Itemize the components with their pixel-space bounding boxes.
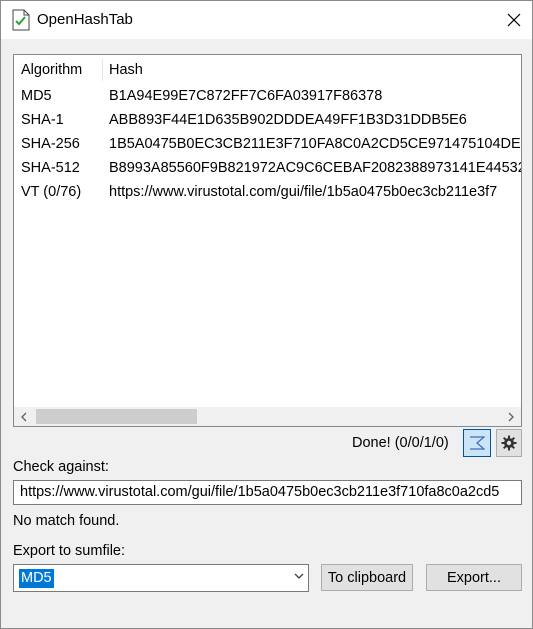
row-algorithm: MD5 — [21, 88, 52, 104]
title-bar[interactable]: OpenHashTab — [1, 1, 532, 39]
settings-button[interactable] — [496, 429, 522, 457]
list-header: Algorithm Hash — [14, 55, 521, 85]
row-algorithm: VT (0/76) — [21, 184, 82, 200]
table-row[interactable]: MD5 B1A94E99E7C872FF7C6FA03917F86378 — [14, 85, 521, 109]
export-button[interactable]: Export... — [426, 564, 522, 591]
row-hash: https://www.virustotal.com/gui/file/1b5a… — [109, 184, 498, 200]
table-row[interactable]: VT (0/76) https://www.virustotal.com/gui… — [14, 181, 521, 205]
row-algorithm: SHA-256 — [21, 136, 80, 152]
gear-icon — [501, 435, 517, 451]
to-clipboard-button[interactable]: To clipboard — [321, 564, 413, 591]
hash-list[interactable]: Algorithm Hash MD5 B1A94E99E7C872FF7C6FA… — [13, 54, 522, 427]
table-row[interactable]: SHA-1 ABB893F44E1D635B902DDDEA49FF1B3D31… — [14, 109, 521, 133]
openhashtab-window: OpenHashTab Algorithm Hash MD5 B1A94E99E… — [0, 0, 533, 629]
column-header-hash[interactable]: Hash — [109, 62, 143, 78]
algorithm-select-value: MD5 — [19, 569, 54, 588]
column-header-algorithm[interactable]: Algorithm — [21, 62, 82, 78]
row-hash: 1B5A0475B0EC3CB211E3F710FA8C0A2CD5CE9714… — [109, 136, 521, 152]
export-label: Export to sumfile: — [13, 543, 126, 559]
sumfile-button[interactable] — [463, 429, 491, 457]
scroll-left-button[interactable] — [14, 407, 34, 426]
check-against-input[interactable]: https://www.virustotal.com/gui/file/1b5a… — [13, 480, 522, 505]
row-algorithm: SHA-512 — [21, 160, 80, 176]
row-hash: B1A94E99E7C872FF7C6FA03917F86378 — [109, 88, 383, 104]
column-divider[interactable] — [102, 59, 103, 81]
document-check-icon — [12, 9, 30, 31]
chevron-down-icon — [294, 573, 304, 579]
status-text: Done! (0/0/1/0) — [352, 435, 449, 451]
algorithm-select[interactable]: MD5 — [13, 564, 309, 592]
close-button[interactable] — [496, 1, 532, 39]
row-hash: B8993A85560F9B821972AC9C6CEBAF2082388973… — [109, 160, 521, 176]
row-algorithm: SHA-1 — [21, 112, 64, 128]
row-hash: ABB893F44E1D635B902DDDEA49FF1B3D31DDB5E6 — [109, 112, 467, 128]
scroll-thumb[interactable] — [36, 409, 197, 424]
match-result-text: No match found. — [13, 513, 120, 529]
window-title: OpenHashTab — [37, 11, 133, 28]
check-against-label: Check against: — [13, 459, 109, 475]
close-icon — [507, 13, 521, 27]
table-row[interactable]: SHA-256 1B5A0475B0EC3CB211E3F710FA8C0A2C… — [14, 133, 521, 157]
chevron-left-icon — [21, 412, 27, 421]
table-row[interactable]: SHA-512 B8993A85560F9B821972AC9C6CEBAF20… — [14, 157, 521, 181]
sum-icon — [470, 436, 485, 450]
horizontal-scrollbar[interactable] — [14, 407, 521, 426]
scroll-right-button[interactable] — [501, 407, 521, 426]
chevron-right-icon — [508, 412, 514, 421]
